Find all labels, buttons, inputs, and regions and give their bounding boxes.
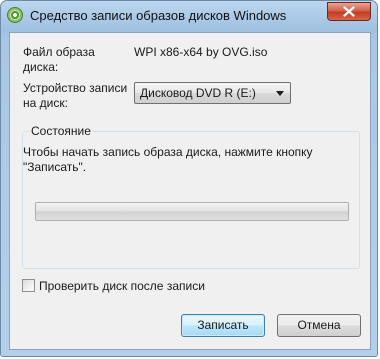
device-select[interactable]: Дисковод DVD R (E:) [134, 82, 291, 104]
close-icon [343, 6, 355, 17]
status-message: Чтобы начать запись образа диска, нажмит… [23, 145, 313, 174]
verify-label[interactable]: Проверить диск после записи [39, 279, 205, 293]
device-select-value: Дисковод DVD R (E:) [140, 86, 256, 100]
title-bar[interactable]: Средство записи образов дисков Windows [1, 1, 377, 32]
chevron-down-icon [276, 91, 284, 96]
disc-burner-icon [7, 7, 23, 23]
burn-button[interactable]: Записать [181, 314, 265, 337]
dialog-body: Файл образа диска: WPI x86-x64 by OVG.is… [9, 32, 371, 350]
file-label: Файл образа диска: [23, 45, 95, 74]
close-button[interactable] [327, 2, 371, 21]
file-value: WPI x86-x64 by OVG.iso [134, 45, 268, 59]
verify-checkbox[interactable] [22, 279, 35, 292]
window-title: Средство записи образов дисков Windows [30, 8, 287, 23]
status-group-title: Состояние [29, 124, 93, 138]
cancel-button[interactable]: Отмена [277, 314, 361, 337]
device-label: Устройство записи на диск: [23, 81, 128, 110]
burn-progress-bar [35, 202, 349, 221]
burner-window: Средство записи образов дисков Windows Ф… [0, 0, 378, 357]
